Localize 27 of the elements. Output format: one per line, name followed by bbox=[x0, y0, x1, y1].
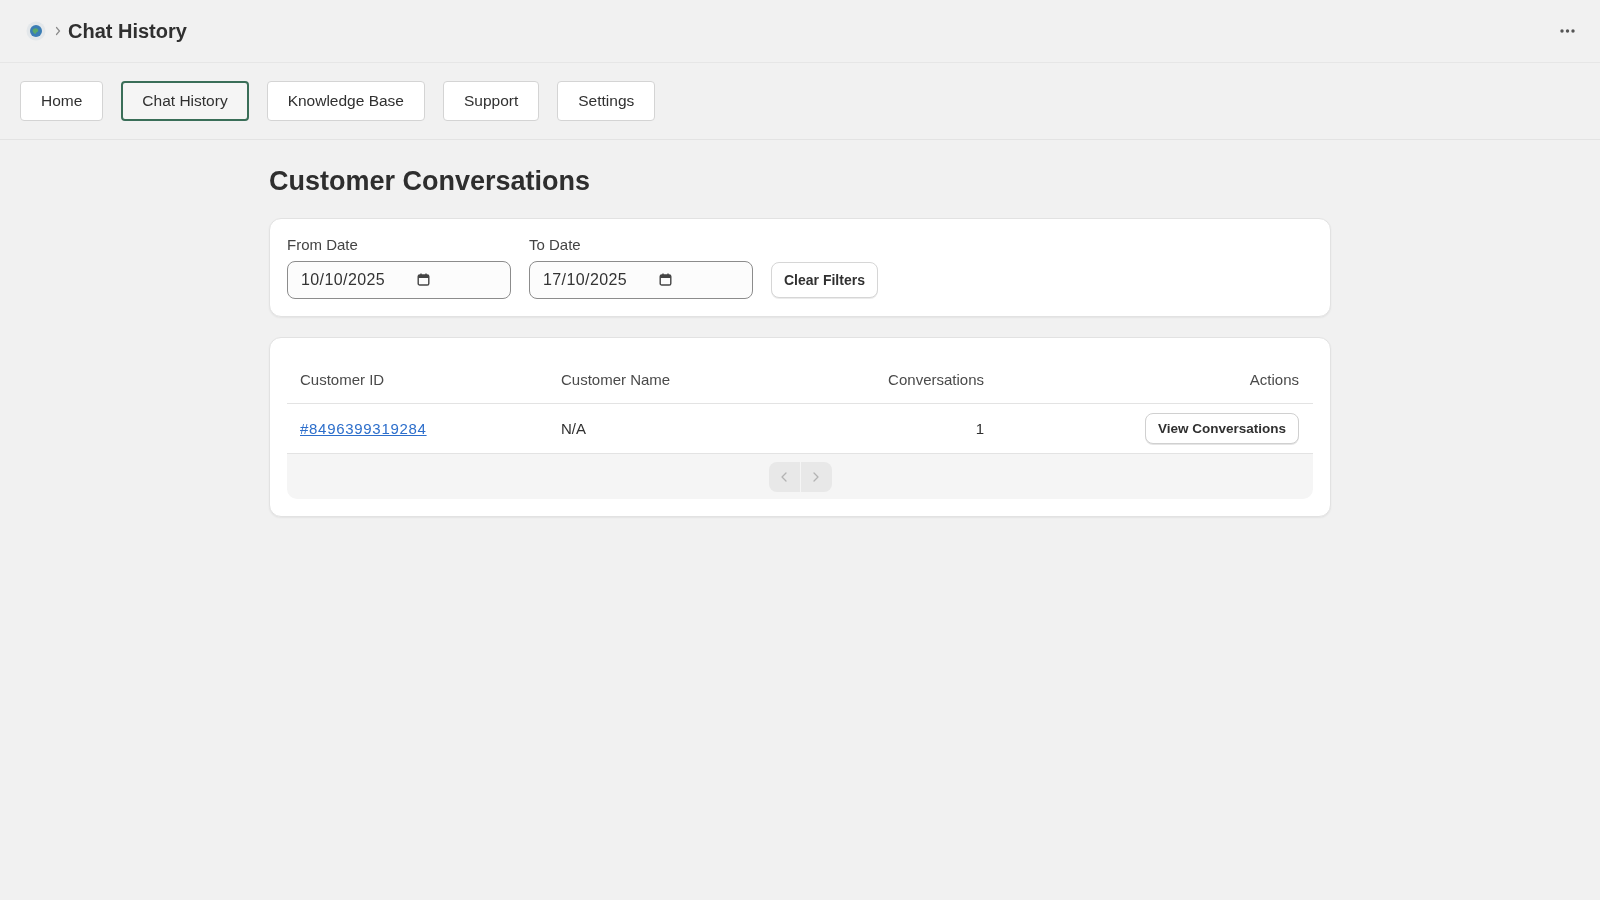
field-label: From Date bbox=[287, 236, 358, 254]
column-header: Customer ID bbox=[300, 370, 385, 388]
chevron-right-icon bbox=[55, 26, 61, 36]
date-field[interactable]: 17/10/2025 bbox=[529, 261, 753, 299]
more-icon[interactable] bbox=[1560, 29, 1575, 33]
field-label: To Date bbox=[529, 236, 581, 254]
nav-tab[interactable]: Chat History bbox=[121, 81, 249, 121]
nav-tab[interactable]: Support bbox=[443, 81, 540, 121]
date-field[interactable]: 10/10/2025 bbox=[287, 261, 511, 299]
calendar-icon[interactable] bbox=[417, 273, 430, 286]
calendar-icon[interactable] bbox=[659, 273, 672, 286]
column-header: Customer Name bbox=[561, 370, 671, 388]
column-header: Actions bbox=[1249, 370, 1299, 388]
customer-id-link[interactable]: #8496399319284 bbox=[300, 420, 427, 437]
chevron-left-icon bbox=[781, 471, 787, 482]
page-title: Customer Conversations bbox=[269, 165, 591, 197]
clear-filters-button[interactable]: Clear Filters bbox=[771, 262, 878, 298]
chevron-right-icon bbox=[813, 471, 819, 482]
table-cell: N/A bbox=[561, 420, 586, 437]
breadcrumb-title: Chat History bbox=[68, 19, 187, 43]
table-cell: 1 bbox=[975, 420, 984, 437]
nav-tab[interactable]: Home bbox=[20, 81, 104, 121]
nav-tab[interactable]: Settings bbox=[557, 81, 656, 121]
nav-tab[interactable]: Knowledge Base bbox=[266, 81, 425, 121]
view-button[interactable]: View Conversations bbox=[1144, 413, 1299, 444]
column-header: Conversations bbox=[888, 370, 984, 388]
logo-icon bbox=[26, 21, 46, 41]
